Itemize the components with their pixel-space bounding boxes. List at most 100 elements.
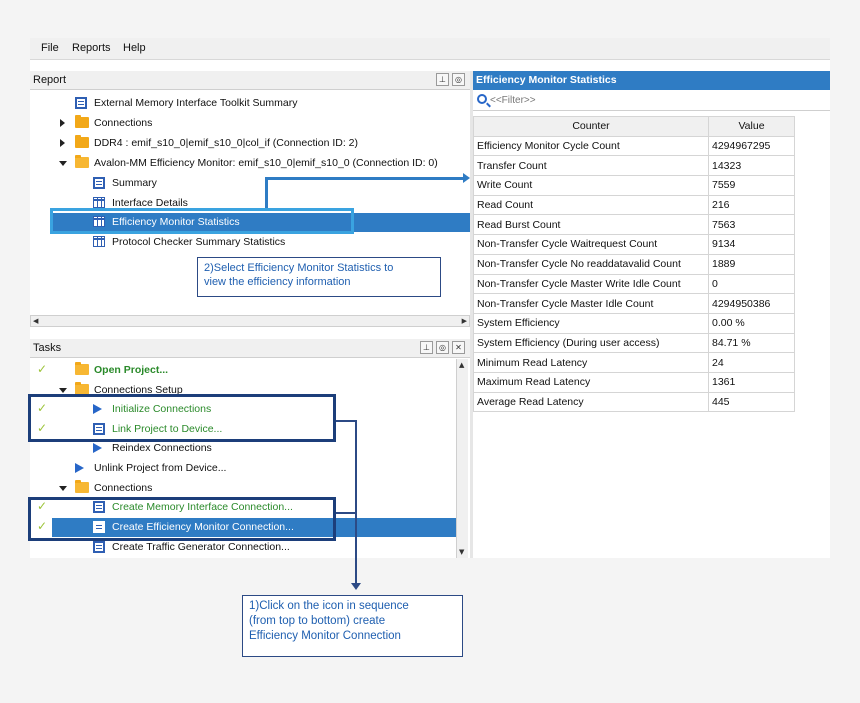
task-open-project[interactable]: ✓ Open Project... xyxy=(30,361,458,380)
table-row[interactable]: Minimum Read Latency 24 xyxy=(473,352,795,373)
folder-icon xyxy=(75,135,89,148)
counter-cell: Average Read Latency xyxy=(473,391,709,413)
folder-open-icon xyxy=(75,480,89,493)
folder-open-icon xyxy=(75,155,89,168)
value-cell: 0 xyxy=(708,273,795,295)
connector-line xyxy=(336,420,356,422)
float-icon[interactable]: ◎ xyxy=(436,341,449,354)
scroll-down-icon[interactable]: ▼ xyxy=(459,548,464,556)
pin-icon[interactable]: ⊥ xyxy=(436,73,449,86)
value-cell: 14323 xyxy=(708,155,795,177)
table-row[interactable]: Non-Transfer Cycle Master Write Idle Cou… xyxy=(473,273,795,295)
chevron-right-icon[interactable] xyxy=(60,119,65,127)
counter-cell: System Efficiency (During user access) xyxy=(473,332,709,354)
tree-item-avalon-monitor[interactable]: Avalon-MM Efficiency Monitor: emif_s10_0… xyxy=(30,154,470,173)
tree-item-ddr4[interactable]: DDR4 : emif_s10_0|emif_s10_0|col_if (Con… xyxy=(30,134,470,153)
grid-icon xyxy=(93,197,105,208)
stats-panel-title: Efficiency Monitor Statistics xyxy=(476,74,617,86)
value-cell: 7559 xyxy=(708,175,795,196)
counter-cell: Write Count xyxy=(473,175,709,196)
tasks-vertical-scrollbar[interactable]: ▲ ▼ xyxy=(456,359,468,558)
chevron-down-icon[interactable] xyxy=(59,486,67,491)
chevron-down-icon[interactable] xyxy=(59,161,67,166)
connector-line xyxy=(265,177,268,208)
table-row[interactable]: Write Count 7559 xyxy=(473,175,795,196)
counter-cell: Non-Transfer Cycle Waitrequest Count xyxy=(473,234,709,255)
tree-item-toolkit-summary[interactable]: External Memory Interface Toolkit Summar… xyxy=(30,94,470,113)
table-row[interactable]: Maximum Read Latency 1361 xyxy=(473,371,795,393)
table-row[interactable]: Read Burst Count 7563 xyxy=(473,214,795,236)
scroll-up-icon[interactable]: ▲ xyxy=(459,361,464,369)
menu-help[interactable]: Help xyxy=(123,42,146,54)
annotation-box-setup-steps xyxy=(28,394,336,442)
column-header-value[interactable]: Value xyxy=(708,116,795,137)
counter-cell: Efficiency Monitor Cycle Count xyxy=(473,135,709,157)
document-icon xyxy=(75,97,87,109)
chevron-down-icon[interactable] xyxy=(59,388,67,393)
menu-reports[interactable]: Reports xyxy=(72,42,111,54)
connector-line xyxy=(265,177,465,180)
callout-text: view the efficiency information xyxy=(204,276,351,288)
document-icon xyxy=(93,541,105,553)
counter-cell: Non-Transfer Cycle No readdatavalid Coun… xyxy=(473,253,709,275)
value-cell: 216 xyxy=(708,194,795,216)
connector-line xyxy=(336,512,356,514)
value-cell: 1889 xyxy=(708,253,795,275)
check-icon: ✓ xyxy=(37,362,48,376)
filter-box[interactable]: <<Filter>> xyxy=(473,91,830,111)
filter-input[interactable]: <<Filter>> xyxy=(490,95,536,106)
search-icon xyxy=(477,94,487,104)
grid-icon xyxy=(93,236,105,247)
table-row[interactable]: System Efficiency (During user access) 84… xyxy=(473,332,795,354)
arrowhead-icon xyxy=(351,583,361,590)
play-icon xyxy=(93,443,102,453)
play-icon xyxy=(75,463,84,473)
table-row[interactable]: Read Count 216 xyxy=(473,194,795,216)
counter-cell: Read Burst Count xyxy=(473,214,709,236)
value-cell: 24 xyxy=(708,352,795,373)
report-horizontal-scrollbar[interactable]: ◀ ▶ xyxy=(30,315,470,327)
table-row[interactable]: Average Read Latency 445 xyxy=(473,391,795,413)
report-panel-header: Report ⊥ ◎ xyxy=(30,71,470,90)
stats-table: Counter Value Efficiency Monitor Cycle C… xyxy=(473,116,795,413)
counter-cell: Read Count xyxy=(473,194,709,216)
tree-item-connections[interactable]: Connections xyxy=(30,114,470,133)
menu-file[interactable]: File xyxy=(41,42,59,54)
close-icon[interactable]: ✕ xyxy=(452,341,465,354)
chevron-right-icon[interactable] xyxy=(60,139,65,147)
counter-cell: Minimum Read Latency xyxy=(473,352,709,373)
task-unlink-project[interactable]: Unlink Project from Device... xyxy=(30,459,458,478)
value-cell: 1361 xyxy=(708,371,795,393)
table-row[interactable]: Efficiency Monitor Cycle Count 4294967295 xyxy=(473,135,795,157)
pin-icon[interactable]: ⊥ xyxy=(420,341,433,354)
scroll-right-icon[interactable]: ▶ xyxy=(462,317,467,325)
table-row[interactable]: Transfer Count 14323 xyxy=(473,155,795,177)
open-project-icon xyxy=(75,362,89,375)
report-panel-title: Report xyxy=(33,74,67,86)
float-icon[interactable]: ◎ xyxy=(452,73,465,86)
menu-bar: File Reports Help xyxy=(30,38,830,60)
table-row[interactable]: Non-Transfer Cycle No readdatavalid Coun… xyxy=(473,253,795,275)
callout-text: Efficiency Monitor Connection xyxy=(249,630,401,642)
document-icon xyxy=(93,177,105,189)
value-cell: 9134 xyxy=(708,234,795,255)
tree-item-protocol-checker[interactable]: Protocol Checker Summary Statistics xyxy=(30,233,470,252)
annotation-box-connection-steps xyxy=(28,497,336,541)
task-group-connections[interactable]: Connections xyxy=(30,479,458,498)
column-header-counter[interactable]: Counter xyxy=(473,116,709,137)
callout-step-2: 2)Select Efficiency Monitor Statistics t… xyxy=(197,257,441,297)
counter-cell: Non-Transfer Cycle Master Idle Count xyxy=(473,293,709,314)
folder-icon xyxy=(75,115,89,128)
value-cell: 7563 xyxy=(708,214,795,236)
tasks-panel-title: Tasks xyxy=(33,342,62,354)
value-cell: 4294967295 xyxy=(708,135,795,157)
tasks-panel-header: Tasks ⊥ ◎ ✕ xyxy=(30,339,470,358)
table-row[interactable]: Non-Transfer Cycle Master Idle Count 4294… xyxy=(473,293,795,314)
callout-text: (from top to bottom) create xyxy=(249,615,386,627)
table-row[interactable]: Non-Transfer Cycle Waitrequest Count 9134 xyxy=(473,234,795,255)
counter-cell: Non-Transfer Cycle Master Write Idle Cou… xyxy=(473,273,709,295)
table-row[interactable]: System Efficiency 0.00 % xyxy=(473,312,795,334)
callout-text: 1)Click on the icon in sequence xyxy=(249,600,409,612)
value-cell: 4294950386 xyxy=(708,293,795,314)
scroll-left-icon[interactable]: ◀ xyxy=(33,317,38,325)
